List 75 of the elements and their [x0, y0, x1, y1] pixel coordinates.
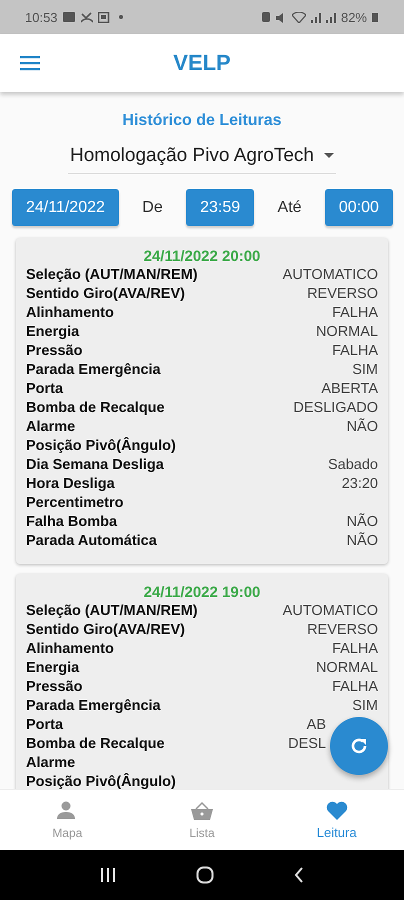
field-value: REVERSO	[307, 285, 378, 304]
photo-icon	[98, 12, 110, 22]
field-value: AUTOMATICO	[282, 266, 378, 285]
field-label: Porta	[26, 380, 64, 399]
field-value: Sabado	[328, 456, 378, 475]
status-time: 10:53	[25, 10, 58, 24]
field-label: Energia	[26, 323, 80, 342]
field-value: FALHA	[332, 678, 378, 697]
section-title: Histórico de Leituras	[122, 112, 282, 129]
battery-icon	[372, 12, 378, 22]
recents-icon	[100, 867, 116, 883]
reading-timestamp: 24/11/2022 19:00	[144, 584, 260, 601]
field-label: Porta	[26, 716, 64, 735]
field-label: Parada Emergência	[26, 697, 161, 716]
field-label: Falha Bomba	[26, 513, 118, 532]
field-label: Parada Emergência	[26, 361, 161, 380]
wifi-icon	[292, 12, 306, 22]
field-label: Energia	[26, 659, 80, 678]
field-label: Sentido Giro(AVA/REV)	[26, 285, 185, 304]
caret-icon	[324, 153, 334, 159]
field-label: Bomba de Recalque	[26, 399, 165, 418]
signal-icon	[310, 12, 321, 22]
refresh-icon	[349, 736, 369, 756]
nav-tab[interactable]: Mapa	[0, 790, 135, 850]
basket-icon	[191, 800, 213, 822]
signal-icon	[326, 12, 336, 22]
field-value: REVERSO	[307, 621, 378, 640]
field-label: Hora Desliga	[26, 475, 115, 494]
filter-button[interactable]: 24/11/2022	[12, 189, 119, 226]
field-value: FALHA	[332, 640, 378, 659]
field-label: Parada Automática	[26, 532, 157, 551]
field-label: Sentido Giro(AVA/REV)	[26, 621, 185, 640]
field-label: Alinhamento	[26, 304, 114, 323]
field-value: SIM	[352, 697, 378, 716]
field-label: Alarme	[26, 754, 76, 773]
field-value: NORMAL	[316, 659, 378, 678]
field-label: Posição Pivô(Ângulo)	[26, 773, 176, 789]
nav-tab[interactable]: Leitura	[269, 790, 404, 850]
battery-percent: 82%	[340, 10, 367, 24]
field-value: AUTOMATICO	[282, 602, 378, 621]
field-label: Percentimetro	[26, 494, 124, 513]
back-icon	[294, 867, 304, 883]
field-value: NÃO	[346, 532, 378, 551]
field-value: FALHA	[332, 304, 378, 323]
nav-tab[interactable]: Lista	[134, 790, 270, 850]
filter-label: De	[142, 198, 163, 216]
field-value: NÃO	[346, 418, 378, 437]
field-label: Seleção (AUT/MAN/REM)	[26, 602, 198, 621]
menu-icon	[20, 55, 40, 71]
field-value: NÃO	[346, 513, 378, 532]
field-label: Dia Semana Desliga	[26, 456, 164, 475]
field-value: SIM	[352, 361, 378, 380]
heart-icon	[326, 800, 348, 821]
device-dropdown[interactable]: Homologação Pivo AgroTech	[68, 143, 336, 174]
field-value: FALHA	[332, 342, 378, 361]
field-label: Alarme	[26, 418, 76, 437]
field-label: Seleção (AUT/MAN/REM)	[26, 266, 198, 285]
field-label: Alinhamento	[26, 640, 114, 659]
field-value: DESL	[288, 735, 326, 754]
field-value: ABERTA	[321, 380, 378, 399]
field-label: Pressão	[26, 342, 82, 361]
reading-timestamp: 24/11/2022 20:00	[144, 248, 260, 265]
filter-button[interactable]: 00:00	[324, 189, 393, 226]
field-label: Posição Pivô(Ângulo)	[26, 437, 176, 456]
field-label: Pressão	[26, 678, 82, 697]
field-value: DESLIGADO	[293, 399, 378, 418]
filter-label: Até	[278, 198, 302, 216]
home-icon	[196, 866, 214, 884]
field-label: Bomba de Recalque	[26, 735, 165, 754]
field-value: NORMAL	[316, 323, 378, 342]
field-value: 23:20	[342, 475, 378, 494]
filter-button[interactable]: 23:59	[186, 189, 254, 226]
dot-icon	[118, 15, 123, 19]
app-title: VELP	[173, 50, 231, 75]
field-value: AB	[306, 716, 326, 735]
